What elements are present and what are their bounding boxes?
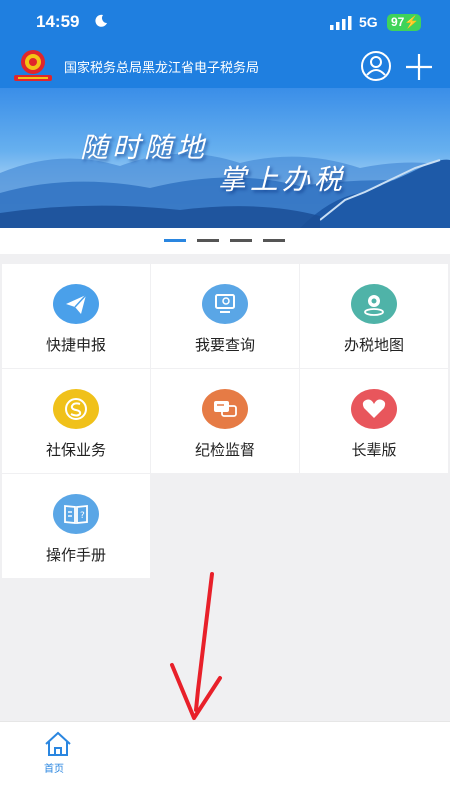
menu-discipline[interactable]: 纪检监督 — [151, 369, 299, 473]
battery-level: 97 — [391, 15, 405, 29]
banner-slogan-line1: 随时随地 — [80, 131, 209, 164]
book-icon: ? — [53, 494, 99, 534]
status-bar: 14:59 5G 97⚡ — [0, 0, 450, 46]
chat-bubble-icon — [202, 389, 248, 429]
social-security-icon — [53, 389, 99, 429]
monitor-search-icon — [202, 284, 248, 324]
menu-label: 快捷申报 — [45, 336, 106, 354]
menu-label: 操作手册 — [45, 546, 106, 564]
menu-manual[interactable]: ? 操作手册 — [2, 474, 150, 578]
menu-query[interactable]: 我要查询 — [151, 264, 299, 368]
bottom-tab-bar: 首页 — [0, 721, 450, 800]
carousel-dot[interactable] — [197, 239, 219, 242]
moon-icon — [95, 14, 107, 27]
map-pin-icon — [351, 284, 397, 324]
battery-indicator: 97⚡ — [387, 14, 421, 31]
menu-label: 长辈版 — [351, 441, 397, 459]
menu-quick-declare[interactable]: 快捷申报 — [2, 264, 150, 368]
carousel-indicators — [0, 228, 450, 254]
paper-plane-icon — [53, 284, 99, 324]
carousel-dot[interactable] — [230, 239, 252, 242]
network-type: 5G — [359, 14, 378, 30]
plus-icon[interactable] — [404, 52, 434, 82]
app-title: 国家税务总局黑龙江省电子税务局 — [64, 61, 260, 76]
menu-label: 社保业务 — [45, 441, 106, 459]
svg-text:?: ? — [80, 511, 85, 521]
menu-label: 办税地图 — [343, 336, 404, 354]
banner-slogan-line2: 掌上办税 — [218, 163, 347, 196]
signal-icon — [330, 16, 352, 30]
tab-home[interactable]: 首页 — [36, 728, 80, 775]
carousel-dot[interactable] — [164, 239, 186, 242]
carousel-dot[interactable] — [263, 239, 285, 242]
app-header: 14:59 5G 97⚡ 国家税务总局黑龙江省电子税务局 — [0, 0, 450, 88]
menu-elder-mode[interactable]: 长辈版 — [300, 369, 448, 473]
tab-home-label: 首页 — [44, 764, 64, 775]
home-icon — [45, 731, 71, 756]
emblem-logo — [14, 50, 52, 81]
status-time: 14:59 — [36, 12, 80, 31]
menu-label: 纪检监督 — [194, 441, 255, 459]
user-icon[interactable] — [360, 50, 392, 82]
menu-label: 我要查询 — [194, 336, 255, 354]
menu-tax-map[interactable]: 办税地图 — [300, 264, 448, 368]
heart-icon — [351, 389, 397, 429]
menu-social-security[interactable]: 社保业务 — [2, 369, 150, 473]
